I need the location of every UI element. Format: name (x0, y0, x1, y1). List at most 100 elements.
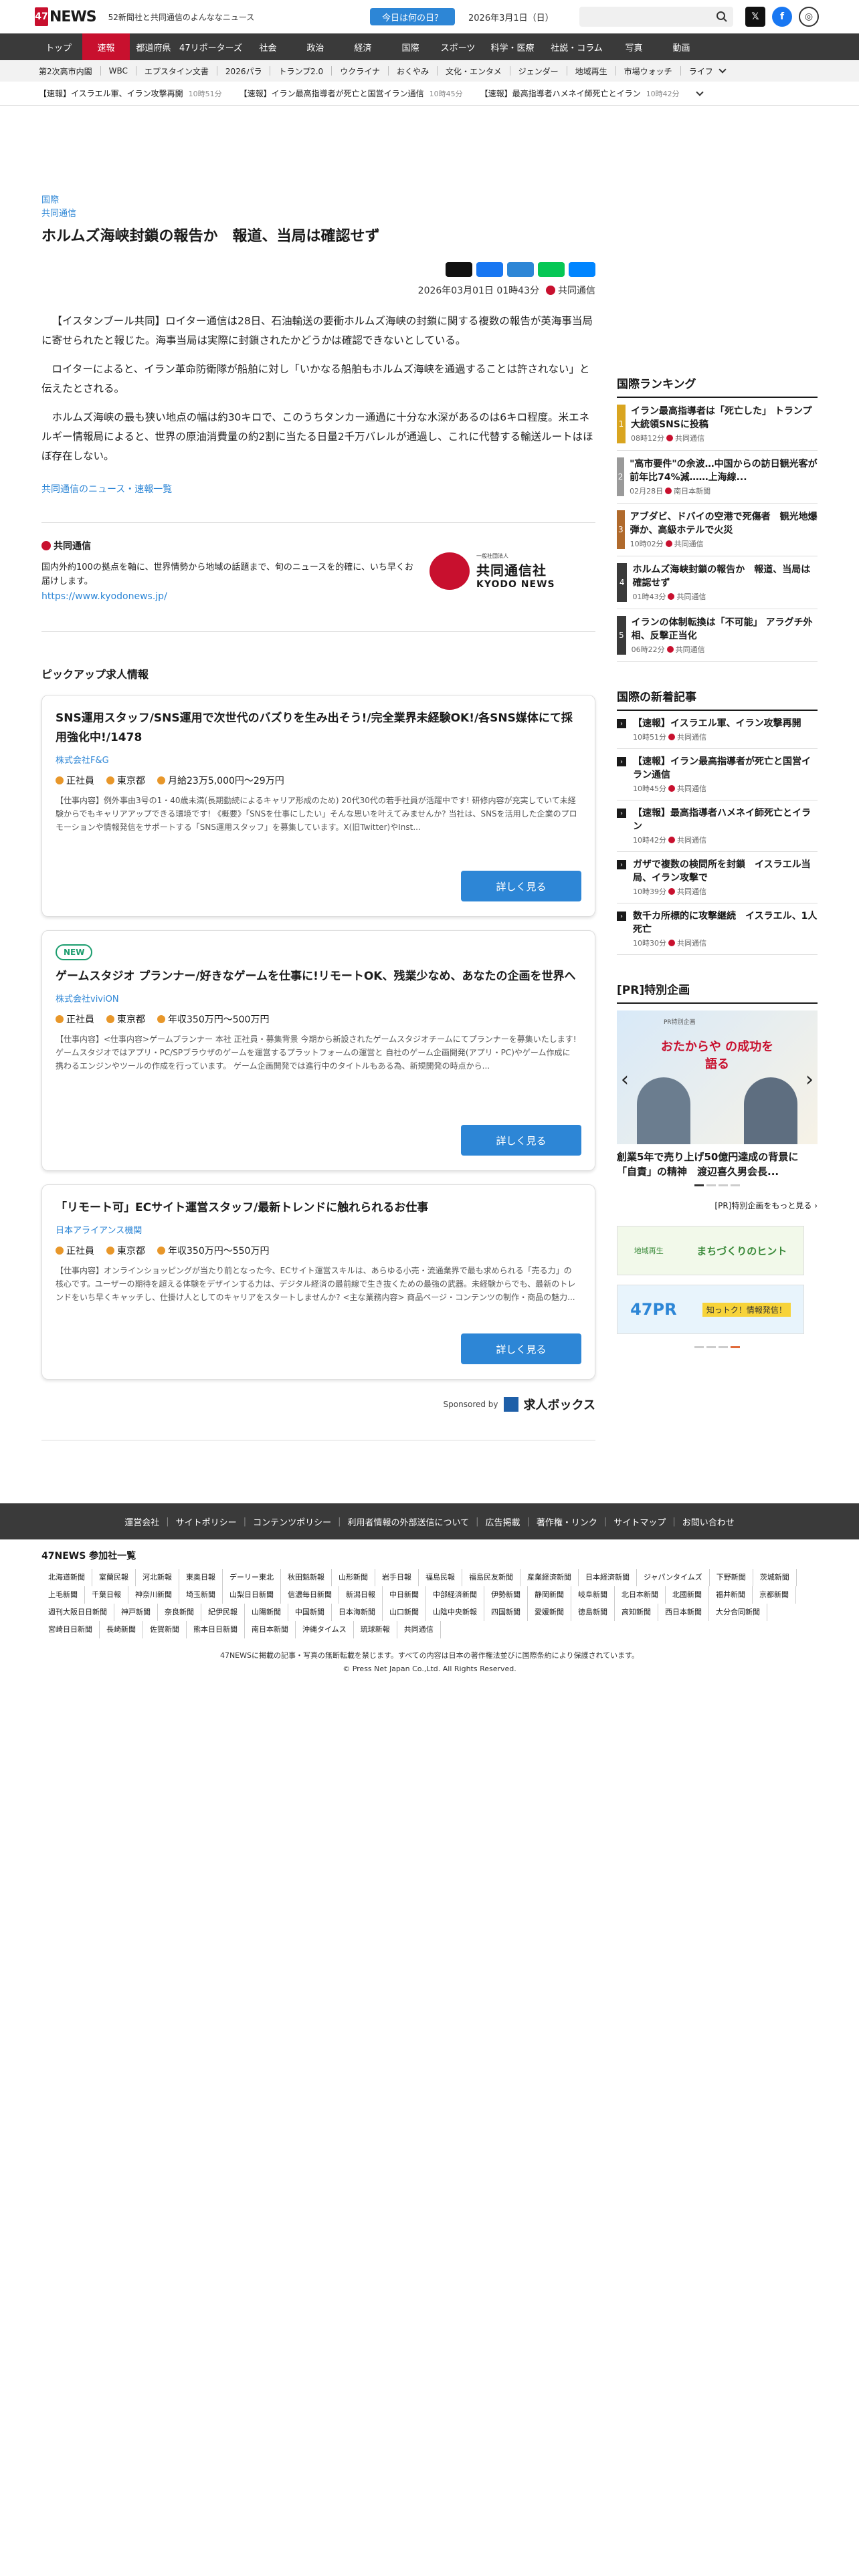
job-card[interactable]: NEW ゲームスタジオ プランナー/好きなゲームを仕事に!リモートOK、残業少な… (41, 930, 595, 1171)
topic-link[interactable]: ジェンダー (518, 66, 559, 77)
member-link[interactable]: 岐阜新聞 (571, 1586, 615, 1604)
job-card[interactable]: 「リモート可」ECサイト運営スタッフ/最新トレンドに触れられるお仕事 日本アライ… (41, 1184, 595, 1380)
topic-link[interactable]: 2026パラ (225, 66, 262, 77)
ticker-item[interactable]: 【速報】イスラエル軍、イラン攻撃再開 10時51分 (39, 88, 222, 99)
member-link[interactable]: 中日新聞 (383, 1586, 426, 1604)
job-detail-button[interactable]: 詳しく見る (461, 1333, 581, 1364)
pr-title[interactable]: 創業5年で売り上げ50億円達成の背景に「自責」の精神 渡辺喜久男会長... (617, 1150, 818, 1179)
nav-videos[interactable]: 動画 (658, 33, 705, 60)
share-hatena-icon[interactable] (507, 262, 534, 277)
member-link[interactable]: 茨城新聞 (753, 1569, 797, 1586)
topic-link[interactable]: 地域再生 (575, 66, 607, 77)
member-link[interactable]: 秋田魁新報 (281, 1569, 332, 1586)
nav-editorial[interactable]: 社説・コラム (543, 33, 610, 60)
member-link[interactable]: ジャパンタイムズ (637, 1569, 710, 1586)
member-link[interactable]: 紀伊民報 (201, 1604, 245, 1621)
member-link[interactable]: 宮崎日日新聞 (41, 1621, 100, 1638)
topic-link[interactable]: 市場ウォッチ (624, 66, 672, 77)
member-link[interactable]: 山陰中央新報 (426, 1604, 484, 1621)
member-link[interactable]: 千葉日報 (85, 1586, 128, 1604)
news-item[interactable]: › 数千カ所標的に攻撃継続 イスラエル、1人死亡 10時30分 共同通信 (617, 903, 818, 955)
x-icon[interactable]: 𝕏 (745, 7, 765, 27)
news-item[interactable]: › 【速報】イスラエル軍、イラン攻撃再開 10時51分 共同通信 (617, 711, 818, 749)
member-link[interactable]: 共同通信 (397, 1621, 441, 1638)
member-link[interactable]: 佐賀新聞 (143, 1621, 187, 1638)
footer-link[interactable]: コンテンツポリシー (253, 1515, 331, 1528)
member-link[interactable]: 北日本新聞 (615, 1586, 666, 1604)
member-link[interactable]: 週刊大阪日日新聞 (41, 1604, 114, 1621)
banner-dot[interactable] (706, 1346, 716, 1348)
topic-link[interactable]: トランプ2.0 (278, 66, 323, 77)
ranking-item[interactable]: 1 イラン最高指導者は「死亡した」 トランプ大統領SNSに投稿 08時12分 共同… (617, 398, 818, 451)
member-link[interactable]: 福島民友新聞 (462, 1569, 520, 1586)
footer-link[interactable]: サイトマップ (613, 1515, 666, 1528)
search-input[interactable] (579, 7, 733, 27)
nav-sports[interactable]: スポーツ (434, 33, 482, 60)
member-link[interactable]: 奈良新聞 (158, 1604, 201, 1621)
ranking-item[interactable]: 4 ホルムズ海峡封鎖の報告か 報道、当局は確認せず 01時43分 共同通信 (617, 556, 818, 609)
member-link[interactable]: 神奈川新聞 (128, 1586, 179, 1604)
site-logo[interactable]: 47 NEWS (35, 7, 97, 27)
agency-url-link[interactable]: https://www.kyodonews.jp/ (41, 591, 595, 602)
member-link[interactable]: 京都新聞 (753, 1586, 796, 1604)
member-link[interactable]: 西日本新聞 (658, 1604, 709, 1621)
machizukuri-banner[interactable]: 地域再生 まちづくりのヒント (617, 1226, 804, 1275)
nav-prefectures[interactable]: 都道府県 (130, 33, 177, 60)
topic-link[interactable]: ウクライナ (340, 66, 380, 77)
share-facebook-icon[interactable] (476, 262, 503, 277)
topic-link[interactable]: 第2次高市内閣 (39, 66, 92, 77)
footer-link[interactable]: 広告掲載 (486, 1515, 520, 1528)
member-link[interactable]: 山形新聞 (332, 1569, 375, 1586)
topic-link[interactable]: おくやみ (397, 66, 429, 77)
pr-carousel-image[interactable]: PR特別企画 おたからや の成功を語る ‹ › (617, 1010, 818, 1144)
article-category[interactable]: 国際 (41, 194, 595, 207)
member-link[interactable]: 長崎新聞 (100, 1621, 143, 1638)
footer-link[interactable]: お問い合わせ (682, 1515, 735, 1528)
chevron-down-icon[interactable] (696, 88, 704, 96)
nav-top[interactable]: トップ (35, 33, 82, 60)
member-link[interactable]: 信濃毎日新聞 (281, 1586, 339, 1604)
member-link[interactable]: デーリー東北 (223, 1569, 281, 1586)
member-link[interactable]: 山陽新聞 (245, 1604, 288, 1621)
member-link[interactable]: 北國新聞 (666, 1586, 709, 1604)
nav-breaking[interactable]: 速報 (82, 33, 130, 60)
carousel-dot[interactable] (719, 1184, 728, 1186)
topic-link[interactable]: WBC (109, 66, 128, 76)
news-item[interactable]: › 【速報】最高指導者ハメネイ師死亡とイラン 10時42分 共同通信 (617, 800, 818, 852)
footer-link[interactable]: 利用者情報の外部送信について (347, 1515, 469, 1528)
member-link[interactable]: 下野新聞 (710, 1569, 753, 1586)
footer-link[interactable]: 運営会社 (124, 1515, 159, 1528)
carousel-prev-icon[interactable]: ‹ (621, 1068, 629, 1091)
member-link[interactable]: 日本経済新聞 (579, 1569, 637, 1586)
member-link[interactable]: 静岡新聞 (528, 1586, 571, 1604)
member-link[interactable]: 埼玉新聞 (179, 1586, 223, 1604)
member-link[interactable]: 神戸新聞 (114, 1604, 158, 1621)
nav-reporters[interactable]: 47リポーターズ (177, 33, 244, 60)
share-line-icon[interactable] (538, 262, 565, 277)
member-link[interactable]: 北海道新聞 (41, 1569, 92, 1586)
nav-politics[interactable]: 政治 (292, 33, 339, 60)
member-link[interactable]: 産業経済新聞 (520, 1569, 579, 1586)
member-link[interactable]: 山梨日日新聞 (223, 1586, 281, 1604)
news-item[interactable]: › ガザで複数の検問所を封鎖 イスラエル当局、イラン攻撃で 10時39分 共同通信 (617, 852, 818, 903)
banner-dot[interactable] (694, 1346, 704, 1348)
member-link[interactable]: 沖縄タイムス (296, 1621, 354, 1638)
nav-international[interactable]: 国際 (387, 33, 434, 60)
member-link[interactable]: 福島民報 (419, 1569, 462, 1586)
ranking-item[interactable]: 2 "高市要件"の余波…中国からの訪日観光客が前年比74%減……上海線... 0… (617, 451, 818, 504)
share-bluesky-icon[interactable] (569, 262, 595, 277)
nav-photos[interactable]: 写真 (610, 33, 658, 60)
article-source[interactable]: 共同通信 (41, 207, 595, 221)
job-title[interactable]: SNS運用スタッフ/SNS運用で次世代のバズりを生み出そう!/完全業界未経験OK… (56, 709, 581, 748)
member-link[interactable]: 高知新聞 (615, 1604, 658, 1621)
ticker-item[interactable]: 【速報】最高指導者ハメネイ師死亡とイラン 10時42分 (480, 88, 680, 99)
member-link[interactable]: 愛媛新聞 (528, 1604, 571, 1621)
topic-link[interactable]: ライフ (689, 66, 713, 77)
job-detail-button[interactable]: 詳しく見る (461, 1125, 581, 1156)
member-link[interactable]: 徳島新聞 (571, 1604, 615, 1621)
member-link[interactable]: 室蘭民報 (92, 1569, 136, 1586)
member-link[interactable]: 中国新聞 (288, 1604, 332, 1621)
ticker-item[interactable]: 【速報】イラン最高指導者が死亡と国営イラン通信 10時45分 (240, 88, 463, 99)
member-link[interactable]: 新潟日報 (339, 1586, 383, 1604)
member-link[interactable]: 岩手日報 (375, 1569, 419, 1586)
